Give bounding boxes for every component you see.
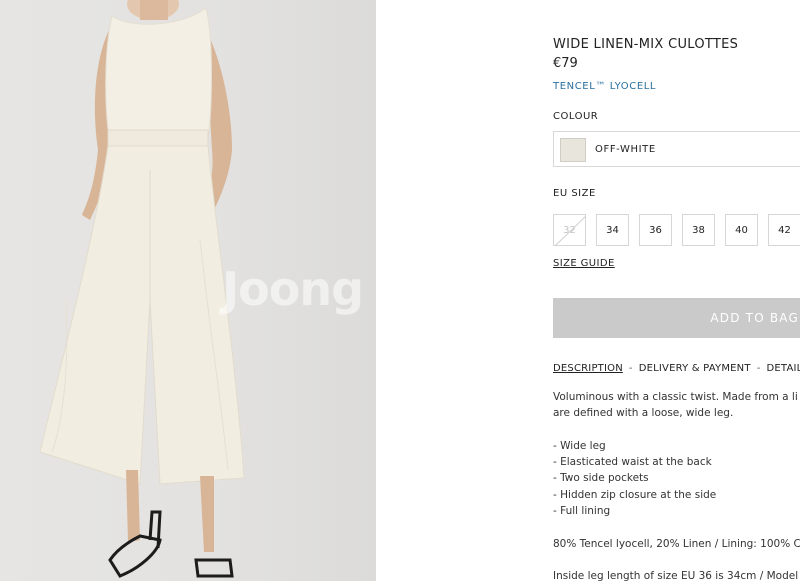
description-spacer [553, 519, 800, 535]
size-option-34[interactable]: 34 [596, 214, 629, 246]
tab-delivery-payment[interactable]: DELIVERY & PAYMENT [639, 363, 751, 374]
tab-separator: - [629, 363, 633, 374]
description-intro-line: Voluminous with a classic twist. Made fr… [553, 389, 800, 405]
description-intro-line: are defined with a loose, wide leg. [553, 405, 800, 421]
colour-name: OFF-WHITE [595, 144, 656, 155]
tab-description[interactable]: DESCRIPTION [553, 363, 623, 374]
unavailable-slash-icon [554, 215, 587, 247]
description-fit: Inside leg length of size EU 36 is 34cm … [553, 568, 800, 584]
product-price: €79 [553, 56, 578, 71]
size-option-36[interactable]: 36 [639, 214, 672, 246]
product-info-panel: WIDE LINEN-MIX CULOTTES €79 TENCEL™ LYOC… [553, 0, 800, 581]
size-option-38[interactable]: 38 [682, 214, 715, 246]
size-option-label: 42 [778, 225, 791, 236]
description-bullet: - Wide leg [553, 438, 800, 454]
size-option-label: 36 [649, 225, 662, 236]
colour-label: COLOUR [553, 111, 598, 122]
size-option-label: 34 [606, 225, 619, 236]
size-option-40[interactable]: 40 [725, 214, 758, 246]
product-title: WIDE LINEN-MIX CULOTTES [553, 37, 738, 52]
size-label: EU SIZE [553, 188, 596, 199]
watermark-text: Joong [222, 262, 363, 316]
info-tabs: DESCRIPTION-DELIVERY & PAYMENT-DETAILS [553, 363, 800, 374]
description-text: Voluminous with a classic twist. Made fr… [553, 389, 800, 585]
colour-swatch[interactable] [560, 138, 586, 162]
material-link[interactable]: TENCEL™ LYOCELL [553, 81, 656, 92]
description-spacer [553, 552, 800, 568]
size-option-32[interactable]: 32 [553, 214, 586, 246]
description-bullet: - Full lining [553, 503, 800, 519]
size-guide-link[interactable]: SIZE GUIDE [553, 258, 615, 269]
description-composition: 80% Tencel lyocell, 20% Linen / Lining: … [553, 536, 800, 552]
product-image: Joong [0, 0, 376, 581]
size-option-42[interactable]: 42 [768, 214, 800, 246]
description-spacer [553, 422, 800, 438]
description-bullet: - Two side pockets [553, 470, 800, 486]
tab-details[interactable]: DETAILS [767, 363, 800, 374]
add-to-bag-button[interactable]: ADD TO BAG [553, 298, 800, 338]
size-option-label: 38 [692, 225, 705, 236]
colour-selector[interactable]: OFF-WHITE [553, 131, 800, 167]
size-option-label: 40 [735, 225, 748, 236]
description-bullet: - Elasticated waist at the back [553, 454, 800, 470]
tab-separator: - [757, 363, 761, 374]
description-bullet: - Hidden zip closure at the side [553, 487, 800, 503]
